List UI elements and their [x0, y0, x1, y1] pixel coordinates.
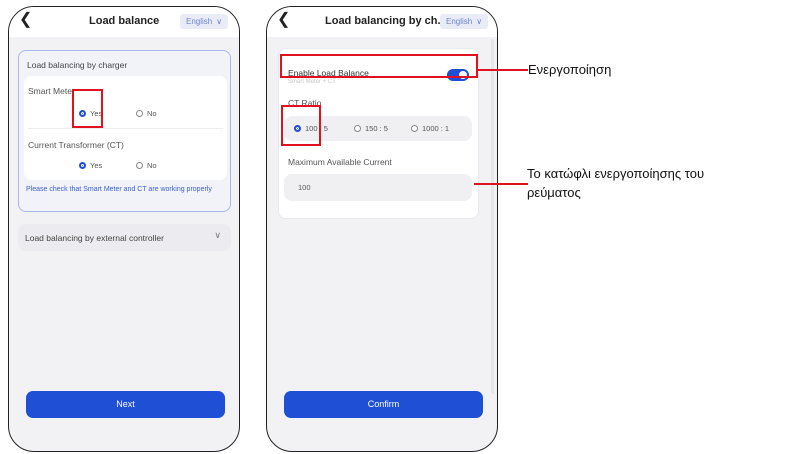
language-selector[interactable]: English ∨: [440, 14, 489, 29]
charger-section-card: Load balancing by charger Smart Meter Ye…: [18, 50, 231, 212]
chevron-down-icon: ∨: [214, 230, 221, 240]
phone-screen-load-balance: ❮ Load balance English ∨ Load balancing b…: [8, 6, 240, 452]
radio-unselected-icon: [354, 125, 361, 132]
highlight-box-smart-meter-yes: [72, 89, 103, 128]
ct-ratio-1000-1-radio[interactable]: 1000 : 1: [411, 124, 449, 133]
section-title: Load balancing by charger: [27, 60, 128, 70]
page-title: Load balancing by ch...: [325, 15, 447, 27]
ct-ratio-150-5-radio[interactable]: 150 : 5: [354, 124, 388, 133]
phone-screen-load-balancing-charger: ❮ Load balancing by ch... English ∨ Enabl…: [266, 6, 498, 452]
options-panel: Smart Meter Yes No Current Transformer (…: [24, 76, 227, 180]
divider: [28, 128, 223, 129]
top-bar: ❮ Load balance English ∨: [9, 7, 239, 37]
language-label: English: [446, 17, 473, 26]
ct-label: Current Transformer (CT): [28, 140, 124, 150]
radio-label: 1000 : 1: [422, 124, 450, 133]
back-icon[interactable]: ❮: [277, 11, 290, 29]
language-label: English: [186, 17, 213, 26]
smart-meter-label: Smart Meter: [28, 86, 75, 96]
radio-unselected-icon: [136, 110, 143, 117]
radio-label: No: [147, 161, 157, 170]
ct-no-radio[interactable]: No: [136, 161, 157, 170]
callout-text-enable: Ενεργοποίηση: [528, 62, 612, 77]
max-current-value: 100: [298, 183, 311, 192]
max-current-input[interactable]: 100: [284, 174, 472, 201]
ct-yes-radio[interactable]: Yes: [79, 161, 102, 170]
enable-sublabel: Smart Meter + CT: [288, 79, 336, 85]
highlight-box-ct-ratio: [281, 105, 321, 146]
radio-label: Yes: [90, 161, 103, 170]
scrollbar[interactable]: [491, 39, 494, 394]
radio-selected-icon: [79, 162, 86, 169]
smart-meter-no-radio[interactable]: No: [136, 109, 157, 118]
warning-text: Please check that Smart Meter and CT are…: [26, 186, 212, 193]
next-button[interactable]: Next: [26, 391, 225, 418]
external-controller-section[interactable]: Load balancing by external controller ∨: [18, 224, 231, 251]
top-bar: ❮ Load balancing by ch... English ∨: [267, 7, 497, 37]
radio-label: No: [147, 109, 157, 118]
callout-line-threshold: [474, 183, 528, 185]
page-title: Load balance: [89, 15, 160, 27]
callout-line-enable: [476, 69, 528, 71]
radio-unselected-icon: [411, 125, 418, 132]
max-current-label: Maximum Available Current: [288, 157, 392, 167]
callout-text-threshold-line1: Το κατώφλι ενεργοποίησης του: [527, 166, 705, 181]
back-icon[interactable]: ❮: [19, 11, 32, 29]
confirm-button[interactable]: Confirm: [284, 391, 483, 418]
chevron-down-icon: ∨: [476, 17, 483, 26]
callout-text-threshold-line2: ρεύματος: [527, 185, 581, 200]
radio-unselected-icon: [136, 162, 143, 169]
section-title: Load balancing by external controller: [25, 233, 164, 243]
language-selector[interactable]: English ∨: [180, 14, 229, 29]
chevron-down-icon: ∨: [216, 17, 223, 26]
highlight-box-enable: [280, 54, 478, 78]
radio-label: 150 : 5: [365, 124, 388, 133]
